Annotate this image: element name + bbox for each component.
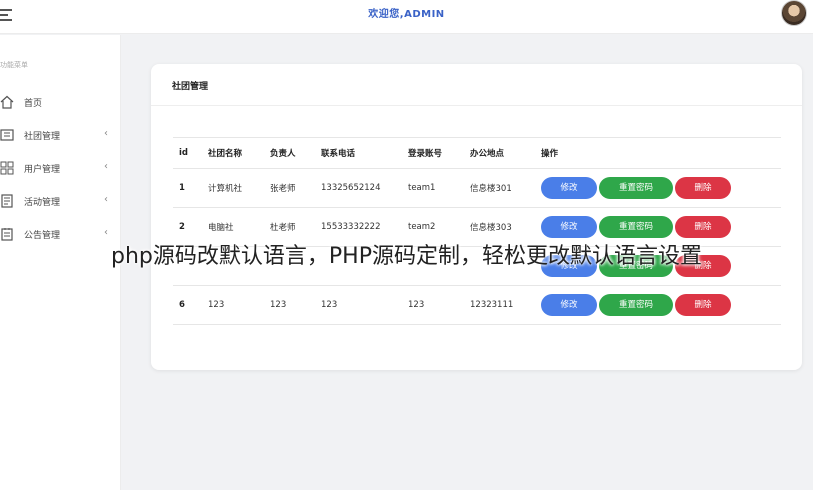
chevron-left-icon: ‹	[104, 161, 108, 172]
cell-account: team1	[402, 168, 464, 208]
delete-button[interactable]: 删除	[675, 177, 731, 199]
welcome-text: 欢迎您,ADMIN	[368, 9, 445, 20]
cell-phone: 13325652124	[315, 168, 402, 208]
overlay-caption: php源码改默认语言，PHP源码定制，轻松更改默认语言设置	[111, 244, 702, 269]
cell-id: 6	[173, 285, 202, 325]
cell-leader: 张老师	[264, 168, 315, 208]
cell-leader: 123	[264, 285, 315, 325]
edit-button[interactable]: 修改	[541, 216, 597, 238]
reset-password-button[interactable]: 重置密码	[599, 216, 673, 238]
column-header: 办公地点	[464, 137, 535, 169]
sidebar-item-users[interactable]: 用户管理 ‹	[0, 157, 121, 179]
page-title: 社团管理	[172, 82, 209, 92]
sidebar-item-label: 社团管理	[24, 132, 61, 142]
card-divider	[151, 105, 802, 106]
cell-account: 123	[402, 285, 464, 325]
cell-name: 计算机社	[202, 168, 264, 208]
table-row: 6 123 123 123 123 12323111 修改 重置密码 删除	[173, 285, 781, 325]
column-header: 社团名称	[202, 137, 264, 169]
reset-password-button[interactable]: 重置密码	[599, 177, 673, 199]
reset-password-button[interactable]: 重置密码	[599, 294, 673, 316]
delete-button[interactable]: 删除	[675, 294, 731, 316]
club-management-card: 社团管理 id 社团名称 负责人 联系电话 登录账号 办公地点 操作 1 计算机…	[151, 64, 802, 370]
edit-button[interactable]: 修改	[541, 294, 597, 316]
grid-icon	[0, 161, 14, 175]
club-icon	[0, 129, 14, 141]
cell-actions: 修改 重置密码 删除	[535, 168, 781, 208]
home-icon	[0, 95, 14, 109]
sidebar-heading: 功能菜单	[0, 61, 28, 69]
club-table: id 社团名称 负责人 联系电话 登录账号 办公地点 操作 1 计算机社 张老师…	[173, 137, 781, 325]
sidebar-item-label: 活动管理	[24, 198, 61, 208]
document-icon	[1, 194, 13, 208]
cell-phone: 123	[315, 285, 402, 325]
cell-name: 123	[202, 285, 264, 325]
sidebar-item-home[interactable]: 首页	[0, 91, 121, 113]
table-header-row: id 社团名称 负责人 联系电话 登录账号 办公地点 操作	[173, 137, 781, 169]
column-header: 负责人	[264, 137, 315, 169]
column-header: 登录账号	[402, 137, 464, 169]
cell-office: 信息楼301	[464, 168, 535, 208]
column-header: id	[173, 137, 202, 169]
edit-button[interactable]: 修改	[541, 177, 597, 199]
sidebar-item-label: 用户管理	[24, 165, 61, 175]
chevron-left-icon: ‹	[104, 128, 108, 139]
column-header: 操作	[535, 137, 781, 169]
delete-button[interactable]: 删除	[675, 216, 731, 238]
column-header: 联系电话	[315, 137, 402, 169]
cell-office: 12323111	[464, 285, 535, 325]
sidebar-item-activities[interactable]: 活动管理 ‹	[0, 190, 121, 212]
sidebar-item-label: 首页	[24, 99, 43, 109]
chevron-left-icon: ‹	[104, 194, 108, 205]
top-header: 欢迎您,ADMIN	[0, 0, 813, 34]
table-row: 1 计算机社 张老师 13325652124 team1 信息楼301 修改 重置…	[173, 168, 781, 208]
cell-actions: 修改 重置密码 删除	[535, 285, 781, 325]
user-avatar[interactable]	[781, 0, 807, 26]
sidebar-item-clubs[interactable]: 社团管理 ‹	[0, 124, 121, 146]
cell-id: 1	[173, 168, 202, 208]
chevron-left-icon: ‹	[104, 227, 108, 238]
